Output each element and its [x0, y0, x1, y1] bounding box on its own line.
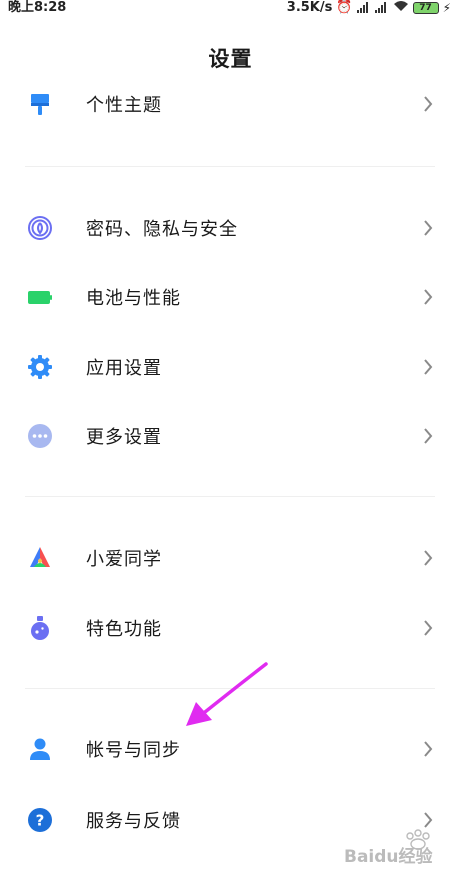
- settings-item-label: 密码、隐私与安全: [86, 219, 238, 240]
- chevron-right-icon: [424, 359, 433, 375]
- more-dots-icon: [28, 424, 52, 448]
- settings-item-label: 小爱同学: [86, 549, 162, 570]
- wifi-icon: [393, 0, 409, 17]
- chevron-right-icon: [424, 289, 433, 305]
- chevron-right-icon: [424, 550, 433, 566]
- settings-item-label: 帐号与同步: [86, 740, 181, 761]
- settings-item-label: 个性主题: [86, 95, 162, 116]
- chevron-right-icon: [424, 96, 433, 112]
- settings-item-privacy[interactable]: 密码、隐私与安全: [0, 198, 461, 258]
- section-divider: [25, 166, 435, 167]
- status-bar: 晚上8:28 3.5K/s ⏰ 77 ⚡: [0, 0, 461, 16]
- watermark-text: Baidu经验: [344, 846, 434, 867]
- chevron-right-icon: [424, 428, 433, 444]
- battery-indicator: 77: [412, 2, 439, 14]
- chevron-right-icon: [424, 741, 433, 757]
- help-icon: ?: [28, 808, 52, 832]
- status-icons: 3.5K/s ⏰ 77 ⚡: [287, 0, 451, 16]
- network-speed: 3.5K/s: [286, 0, 333, 15]
- settings-item-label: 应用设置: [86, 358, 162, 379]
- user-icon: [30, 738, 50, 760]
- settings-item-xiaoai[interactable]: 小爱同学: [0, 528, 461, 588]
- paintbrush-icon: [31, 94, 49, 115]
- gear-icon: [28, 355, 52, 379]
- status-time: 晚上8:28: [8, 0, 67, 15]
- cell-signal-2-icon: [374, 2, 389, 14]
- baidu-watermark: Baidu经验: [344, 829, 434, 867]
- settings-item-theme[interactable]: 个性主题: [0, 74, 461, 134]
- svg-text:?: ?: [36, 812, 45, 830]
- cell-signal-icon: [356, 2, 371, 14]
- settings-item-features[interactable]: 特色功能: [0, 598, 461, 658]
- settings-item-label: 电池与性能: [86, 288, 181, 309]
- settings-item-battery[interactable]: 电池与性能: [0, 267, 461, 327]
- settings-item-label: 更多设置: [86, 427, 162, 448]
- settings-item-more[interactable]: 更多设置: [0, 406, 461, 466]
- charging-icon: ⚡: [442, 1, 451, 15]
- chevron-right-icon: [424, 620, 433, 636]
- xiaoai-icon: [30, 547, 50, 567]
- section-divider: [25, 496, 435, 497]
- chevron-right-icon: [424, 220, 433, 236]
- settings-item-label: 特色功能: [86, 619, 162, 640]
- pointer-arrow-annotation: [186, 662, 268, 726]
- settings-item-app-settings[interactable]: 应用设置: [0, 337, 461, 397]
- battery-icon: [28, 291, 52, 304]
- alarm-icon: ⏰: [336, 0, 353, 15]
- potion-icon: [31, 616, 49, 640]
- page-title: 设置: [208, 47, 253, 71]
- fingerprint-icon: [28, 216, 52, 240]
- settings-item-label: 服务与反馈: [86, 811, 181, 832]
